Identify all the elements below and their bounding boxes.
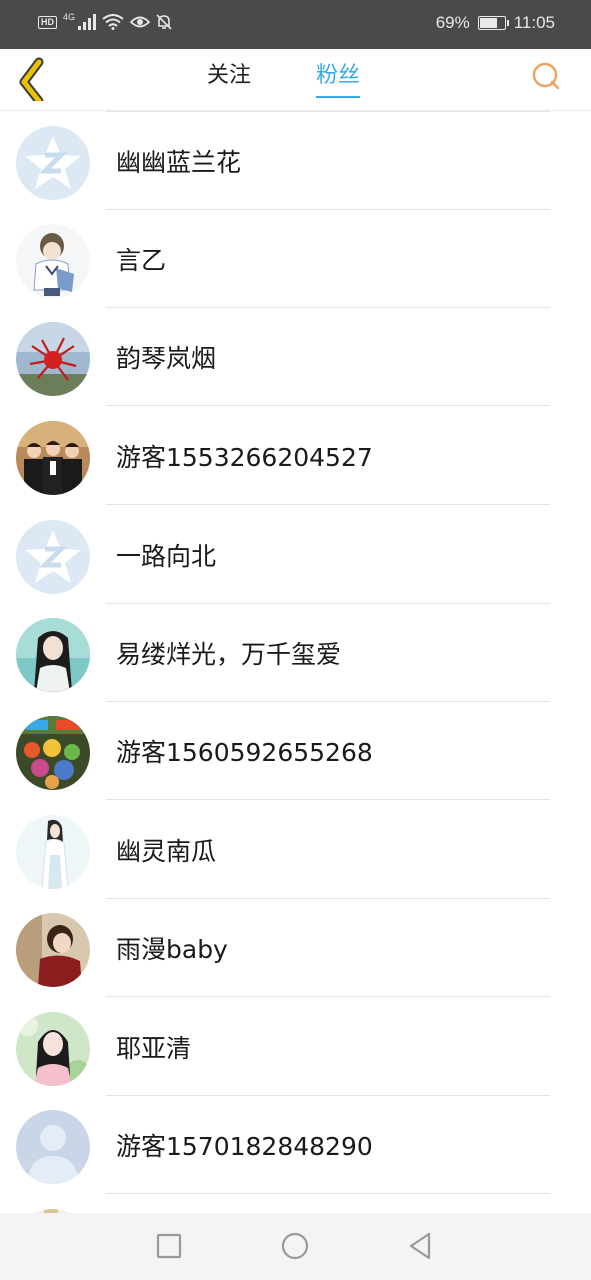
fan-name: 游客1560592655268: [116, 738, 373, 767]
square-icon: [156, 1233, 182, 1259]
fan-row[interactable]: 游客1570182848290: [0, 1096, 591, 1194]
fan-name: 易缕烊光，万千玺爱: [116, 640, 342, 669]
fan-name: 一路向北: [116, 542, 217, 571]
fan-name: 雨漫baby: [116, 935, 228, 964]
fan-name: 耶亚清: [116, 1034, 192, 1063]
fan-row[interactable]: 幽灵南瓜: [0, 801, 591, 899]
status-right-icons: 69% 11:05: [436, 13, 555, 33]
girl-in-white-avatar: [16, 815, 90, 889]
anime-boy-avatar: [16, 224, 90, 298]
status-left-icons: HD 4G: [38, 12, 172, 30]
group-photo-avatar: [16, 421, 90, 495]
default-user-avatar: [16, 1110, 90, 1184]
fan-row[interactable]: [0, 1195, 591, 1213]
mute-bell-icon: [156, 14, 172, 30]
battery-percent: 69%: [435, 13, 470, 32]
fan-row[interactable]: 韵琴岚烟: [0, 308, 591, 406]
home-button[interactable]: [278, 1229, 312, 1263]
fan-name: 幽幽蓝兰花: [116, 148, 242, 177]
fan-row[interactable]: 雨漫baby: [0, 899, 591, 997]
top-nav-header: 关注 粉丝: [0, 49, 591, 111]
battery-level-fill: [479, 18, 497, 28]
clock-time: 11:05: [513, 13, 555, 32]
hd-badge: HD: [38, 15, 57, 29]
eye-comfort-icon: [130, 16, 151, 28]
red-flower-avatar: [16, 322, 90, 396]
default-qq-avatar: [16, 520, 90, 594]
fan-name: 游客1553266204527: [116, 443, 373, 472]
wifi-icon: [102, 14, 124, 30]
fan-row[interactable]: 言乙: [0, 210, 591, 308]
fan-name: 幽灵南瓜: [116, 837, 217, 866]
game-poster-avatar: [16, 716, 90, 790]
girl-profile-avatar: [16, 913, 90, 987]
cell-signal-icon: [78, 14, 97, 30]
fan-row[interactable]: 耶亚清: [0, 998, 591, 1096]
costume-portrait-avatar: [16, 618, 90, 692]
girl-portrait-avatar: [16, 1012, 90, 1086]
fan-row[interactable]: 游客1553266204527: [0, 407, 591, 505]
fan-row[interactable]: 幽幽蓝兰花: [0, 112, 591, 210]
back-button[interactable]: [10, 55, 54, 106]
back-nav-button[interactable]: [403, 1229, 437, 1263]
fan-name: 韵琴岚烟: [116, 344, 217, 373]
tab-following[interactable]: 关注: [207, 62, 251, 96]
search-button[interactable]: [528, 59, 564, 95]
fan-row[interactable]: 一路向北: [0, 506, 591, 604]
default-qq-avatar: [16, 126, 90, 200]
triangle-back-icon: [409, 1232, 431, 1260]
chevron-left-icon: [19, 57, 44, 106]
fan-name: 游客1570182848290: [116, 1132, 373, 1161]
fan-row[interactable]: 易缕烊光，万千玺爱: [0, 604, 591, 702]
recent-apps-button[interactable]: [152, 1229, 186, 1263]
battery-icon: [477, 16, 509, 30]
fans-list: 幽幽蓝兰花 言乙 韵琴岚烟 游客1553266204527 一路向北 易缕烊光，…: [0, 111, 591, 1213]
tab-fans[interactable]: 粉丝: [316, 62, 361, 98]
status-bar: HD 4G 69% 11:05: [0, 0, 591, 49]
fan-row[interactable]: 游客1560592655268: [0, 702, 591, 800]
network-type-label: 4G: [63, 12, 76, 22]
search-icon: [532, 62, 560, 90]
circle-icon: [281, 1232, 309, 1260]
system-nav-bar: [0, 1213, 591, 1280]
fan-name: 言乙: [116, 246, 167, 275]
